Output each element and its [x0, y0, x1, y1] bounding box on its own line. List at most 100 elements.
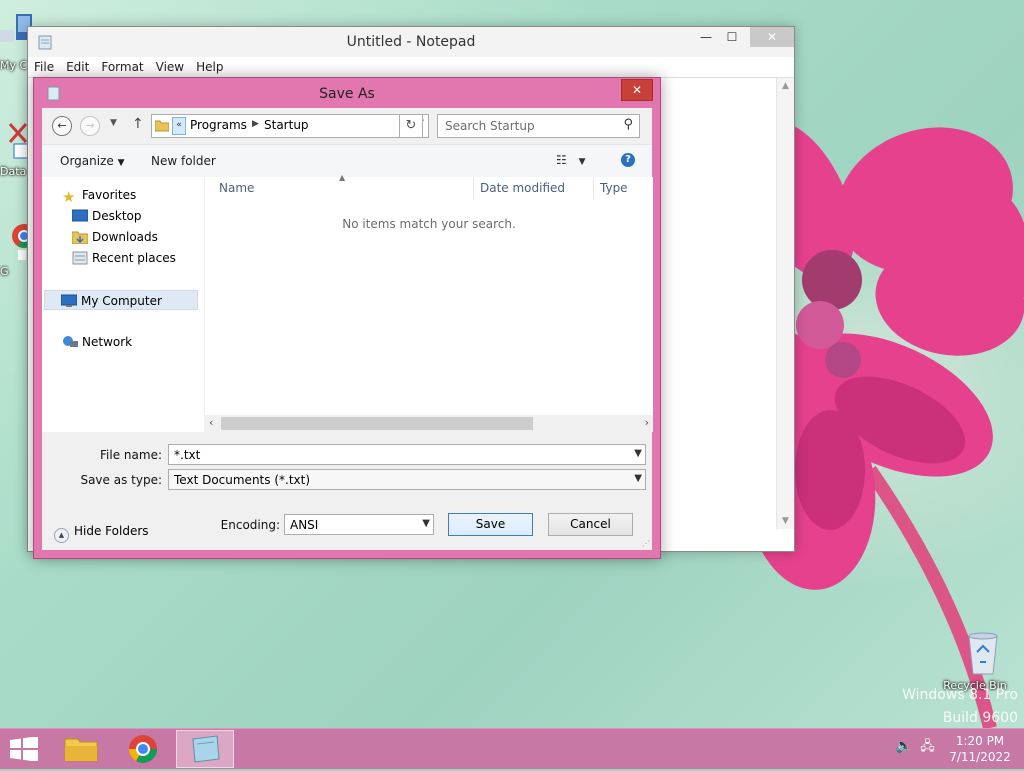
chrome-icon: [129, 735, 157, 763]
recycle-bin-desktop-icon[interactable]: Recycle Bin: [940, 630, 1010, 692]
maximize-button[interactable]: ☐: [718, 27, 746, 47]
chevron-down-icon: ▼: [110, 118, 117, 128]
dialog-close-button[interactable]: ✕: [621, 79, 653, 101]
notepad-icon: [192, 735, 220, 763]
command-bar: Organize ▼ New folder ☷ ▼ ?: [42, 144, 652, 178]
breadcrumb-separator-icon[interactable]: ▶: [252, 119, 259, 129]
chevron-down-icon[interactable]: ▼: [634, 473, 642, 484]
chevron-down-icon[interactable]: ▼: [422, 518, 430, 529]
menu-view[interactable]: View: [150, 60, 190, 74]
arrow-up-icon: ↑: [132, 116, 144, 132]
search-placeholder: Search Startup: [445, 119, 535, 133]
computer-icon: [61, 294, 77, 307]
os-watermark: Windows 8.1 Pro Build 9600: [902, 684, 1018, 728]
menu-edit[interactable]: Edit: [60, 60, 95, 74]
save-as-titlebar[interactable]: Save As ✕: [34, 78, 660, 108]
network-status-icon[interactable]: 🖧: [920, 739, 935, 754]
refresh-icon: ↻: [405, 118, 417, 133]
navigation-pane: ★ Favorites Desktop Downloads Recent plac…: [42, 177, 204, 432]
close-button[interactable]: ✕: [750, 27, 794, 47]
hide-folders-button[interactable]: ▲ Hide Folders: [54, 524, 149, 543]
minimize-button[interactable]: —: [692, 27, 720, 47]
organize-button[interactable]: Organize ▼: [60, 154, 125, 168]
save-as-type-select[interactable]: Text Documents (*.txt) ▼: [168, 469, 646, 490]
nav-downloads-label: Downloads: [92, 230, 158, 244]
menu-format[interactable]: Format: [95, 60, 149, 74]
nav-desktop[interactable]: Desktop: [72, 206, 142, 226]
nav-downloads[interactable]: Downloads: [72, 227, 158, 247]
taskbar-notepad[interactable]: [176, 730, 234, 768]
notepad-menubar: File Edit Format View Help: [28, 57, 794, 77]
column-header-type[interactable]: Type: [600, 177, 628, 199]
recycle-bin-icon: [967, 632, 998, 675]
hide-folders-label: Hide Folders: [74, 524, 149, 538]
scroll-up-icon[interactable]: ▲: [777, 81, 794, 91]
nav-favorites-label: Favorites: [82, 188, 137, 202]
star-icon: ★: [62, 188, 76, 206]
column-divider[interactable]: [593, 177, 594, 199]
back-button[interactable]: ←: [52, 116, 72, 136]
search-icon[interactable]: ⚲: [623, 117, 633, 132]
arrow-left-icon: ←: [57, 119, 67, 132]
desktop-folder-icon: [72, 209, 88, 222]
speaker-muted-icon[interactable]: 🔈: [895, 738, 912, 754]
notepad-title: Untitled - Notepad: [346, 34, 476, 50]
column-header-name[interactable]: Name: [219, 177, 254, 199]
breadcrumb-overflow-button[interactable]: «: [172, 117, 186, 135]
menu-file[interactable]: File: [28, 60, 60, 74]
recent-locations-dropdown[interactable]: ▼: [110, 118, 117, 128]
file-list-horizontal-scrollbar[interactable]: ‹ ›: [205, 415, 653, 432]
watermark-build: Build 9600: [942, 710, 1018, 726]
system-tray: 🔈 🖧: [895, 737, 935, 759]
save-button[interactable]: Save: [448, 513, 533, 536]
save-as-client: ← → ▼ ↑ « Programs ▶ Startup ▼ ↻ Search …: [42, 108, 653, 550]
watermark-edition: Windows 8.1 Pro: [902, 687, 1018, 703]
chevron-down-icon: ▼: [578, 157, 586, 167]
help-icon[interactable]: ?: [621, 153, 635, 167]
nav-my-computer-label: My Computer: [81, 294, 162, 308]
resize-grip-icon[interactable]: ⋰: [642, 539, 650, 548]
change-view-button[interactable]: ☷ ▼: [556, 153, 586, 167]
file-explorer-icon: [64, 738, 98, 762]
nav-desktop-label: Desktop: [92, 209, 142, 223]
start-windows-icon[interactable]: [10, 737, 38, 761]
nav-recent-places[interactable]: Recent places: [72, 248, 176, 268]
scrollbar-thumb[interactable]: [221, 417, 533, 430]
forward-button[interactable]: →: [80, 116, 100, 136]
scroll-down-icon[interactable]: ▼: [777, 516, 794, 526]
save-as-title: Save As: [319, 86, 375, 102]
menu-help[interactable]: Help: [190, 60, 229, 74]
network-icon: [63, 336, 78, 347]
file-name-input[interactable]: *.txt ▼: [168, 444, 646, 465]
up-one-level-button[interactable]: ↑: [132, 116, 144, 132]
clock-time: 1:20 PM: [955, 734, 1005, 748]
save-as-type-label: Save as type:: [80, 473, 162, 487]
recent-places-icon: [72, 251, 88, 265]
save-as-type-value: Text Documents (*.txt): [174, 473, 311, 487]
nav-network[interactable]: Network: [62, 332, 132, 352]
scroll-left-icon[interactable]: ‹: [209, 416, 213, 429]
encoding-select[interactable]: ANSI ▼: [284, 514, 434, 535]
breadcrumb-startup[interactable]: Startup: [264, 118, 309, 132]
arrow-right-icon: →: [85, 119, 95, 132]
new-folder-button[interactable]: New folder: [151, 154, 216, 168]
file-list[interactable]: Name ▲ Date modified Type No items match…: [204, 173, 653, 432]
column-divider[interactable]: [473, 177, 474, 199]
cancel-button[interactable]: Cancel: [548, 513, 633, 536]
notepad-vertical-scrollbar[interactable]: ▲ ▼: [776, 78, 794, 529]
empty-folder-message: No items match your search.: [342, 217, 516, 231]
column-header-date-modified[interactable]: Date modified: [480, 177, 565, 199]
taskbar-clock[interactable]: 1:20 PM 7/11/2022: [944, 733, 1016, 765]
nav-my-computer[interactable]: My Computer: [44, 290, 198, 310]
search-input[interactable]: Search Startup ⚲: [437, 114, 640, 138]
breadcrumb-programs[interactable]: Programs: [190, 118, 247, 132]
taskbar-chrome[interactable]: [114, 730, 172, 768]
address-bar[interactable]: « Programs ▶ Startup ▼: [151, 114, 429, 138]
scroll-right-icon[interactable]: ›: [645, 416, 649, 429]
taskbar-file-explorer[interactable]: [52, 730, 110, 768]
encoding-value: ANSI: [290, 518, 319, 532]
notepad-titlebar[interactable]: Untitled - Notepad — ☐ ✕: [28, 27, 794, 57]
chevron-down-icon[interactable]: ▼: [634, 448, 642, 459]
refresh-button[interactable]: ↻: [399, 114, 423, 138]
nav-favorites[interactable]: ★ Favorites: [62, 185, 137, 206]
